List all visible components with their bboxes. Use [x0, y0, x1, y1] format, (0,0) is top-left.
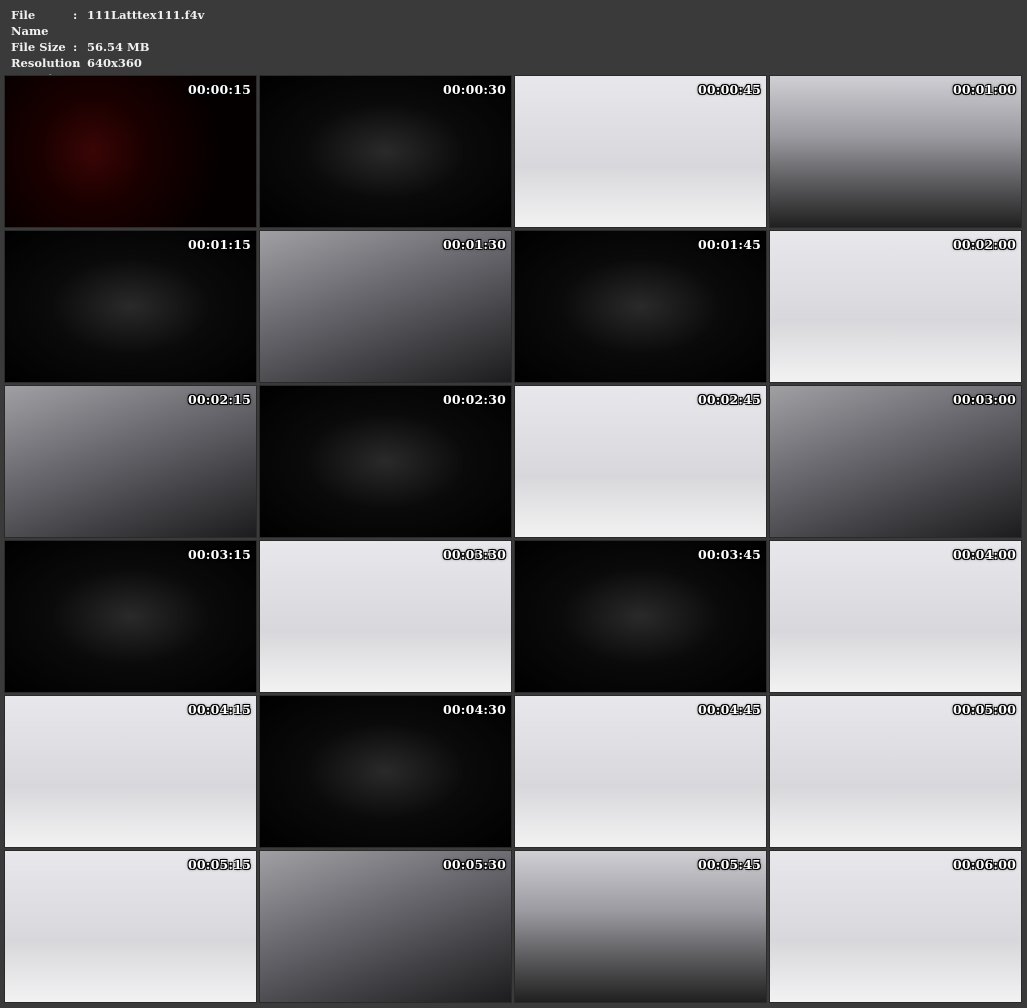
file-info-panel: File Name : 111Latttex111.f4v File Size … [11, 7, 204, 87]
timestamp-label: 00:05:00 [952, 702, 1016, 717]
video-thumbnail[interactable]: 00:05:45 [514, 850, 767, 1003]
video-thumbnail[interactable]: 00:01:00 [769, 75, 1022, 228]
thumbnail-frame-image [5, 76, 256, 227]
thumbnail-frame-image [260, 231, 511, 382]
video-thumbnail[interactable]: 00:04:00 [769, 540, 1022, 693]
timestamp-label: 00:06:00 [952, 857, 1016, 872]
thumbnail-frame-image [260, 76, 511, 227]
video-thumbnail[interactable]: 00:00:45 [514, 75, 767, 228]
thumbnail-frame-image [770, 541, 1021, 692]
separator: : [73, 8, 78, 22]
timestamp-label: 00:03:45 [697, 547, 761, 562]
thumbnail-frame-image [515, 696, 766, 847]
thumbnail-frame-image [260, 696, 511, 847]
thumbnail-frame-image [770, 231, 1021, 382]
video-thumbnail[interactable]: 00:05:30 [259, 850, 512, 1003]
timestamp-label: 00:01:30 [442, 237, 506, 252]
thumbnail-frame-image [770, 76, 1021, 227]
thumbnail-frame-image [515, 231, 766, 382]
video-thumbnail[interactable]: 00:02:15 [4, 385, 257, 538]
thumbnail-frame-image [515, 851, 766, 1002]
file-name-label: File Name [11, 8, 49, 38]
video-thumbnail[interactable]: 00:04:15 [4, 695, 257, 848]
timestamp-label: 00:01:00 [952, 82, 1016, 97]
video-thumbnail[interactable]: 00:01:30 [259, 230, 512, 383]
file-size-value: 56.54 MB [87, 40, 150, 54]
file-size-label: File Size [11, 40, 66, 54]
video-thumbnail[interactable]: 00:03:30 [259, 540, 512, 693]
thumbnail-frame-image [5, 231, 256, 382]
thumbnail-frame-image [770, 386, 1021, 537]
video-thumbnail[interactable]: 00:03:45 [514, 540, 767, 693]
thumbnail-frame-image [5, 851, 256, 1002]
resolution-row: Resolution : 640x360 [11, 55, 204, 71]
timestamp-label: 00:05:30 [442, 857, 506, 872]
timestamp-label: 00:05:15 [187, 857, 251, 872]
timestamp-label: 00:03:15 [187, 547, 251, 562]
timestamp-label: 00:01:45 [697, 237, 761, 252]
video-thumbnail[interactable]: 00:02:45 [514, 385, 767, 538]
thumbnail-frame-image [515, 386, 766, 537]
file-size-row: File Size : 56.54 MB [11, 39, 204, 55]
thumbnail-frame-image [515, 541, 766, 692]
timestamp-label: 00:03:30 [442, 547, 506, 562]
timestamp-label: 00:02:30 [442, 392, 506, 407]
video-thumbnail[interactable]: 00:04:30 [259, 695, 512, 848]
timestamp-label: 00:03:00 [952, 392, 1016, 407]
timestamp-label: 00:02:45 [697, 392, 761, 407]
video-thumbnail[interactable]: 00:02:30 [259, 385, 512, 538]
timestamp-label: 00:00:15 [187, 82, 251, 97]
timestamp-label: 00:04:30 [442, 702, 506, 717]
timestamp-label: 00:02:15 [187, 392, 251, 407]
video-thumbnail[interactable]: 00:01:15 [4, 230, 257, 383]
thumbnail-frame-image [770, 851, 1021, 1002]
timestamp-label: 00:00:30 [442, 82, 506, 97]
thumbnail-grid: 00:00:15 00:00:30 00:00:45 00:01:00 00:01:15… [4, 75, 1022, 1003]
timestamp-label: 00:05:45 [697, 857, 761, 872]
video-thumbnail[interactable]: 00:00:15 [4, 75, 257, 228]
thumbnail-frame-image [260, 541, 511, 692]
separator: : [73, 40, 78, 54]
file-name-row: File Name : 111Latttex111.f4v [11, 7, 204, 39]
thumbnail-frame-image [260, 851, 511, 1002]
video-thumbnail[interactable]: 00:01:45 [514, 230, 767, 383]
timestamp-label: 00:04:15 [187, 702, 251, 717]
file-name-value: 111Latttex111.f4v [87, 8, 205, 22]
video-thumbnail[interactable]: 00:03:00 [769, 385, 1022, 538]
timestamp-label: 00:00:45 [697, 82, 761, 97]
resolution-label: Resolution [11, 56, 81, 70]
thumbnail-frame-image [770, 696, 1021, 847]
resolution-value: 640x360 [87, 56, 142, 70]
video-thumbnail[interactable]: 00:05:15 [4, 850, 257, 1003]
timestamp-label: 00:04:45 [697, 702, 761, 717]
thumbnail-frame-image [5, 541, 256, 692]
thumbnail-frame-image [5, 386, 256, 537]
timestamp-label: 00:04:00 [952, 547, 1016, 562]
video-thumbnail[interactable]: 00:04:45 [514, 695, 767, 848]
video-thumbnail[interactable]: 00:02:00 [769, 230, 1022, 383]
video-thumbnail[interactable]: 00:00:30 [259, 75, 512, 228]
separator: : [73, 56, 78, 70]
thumbnail-frame-image [5, 696, 256, 847]
timestamp-label: 00:01:15 [187, 237, 251, 252]
video-thumbnail[interactable]: 00:05:00 [769, 695, 1022, 848]
thumbnail-frame-image [515, 76, 766, 227]
video-thumbnail[interactable]: 00:06:00 [769, 850, 1022, 1003]
video-thumbnail[interactable]: 00:03:15 [4, 540, 257, 693]
timestamp-label: 00:02:00 [952, 237, 1016, 252]
thumbnail-frame-image [260, 386, 511, 537]
